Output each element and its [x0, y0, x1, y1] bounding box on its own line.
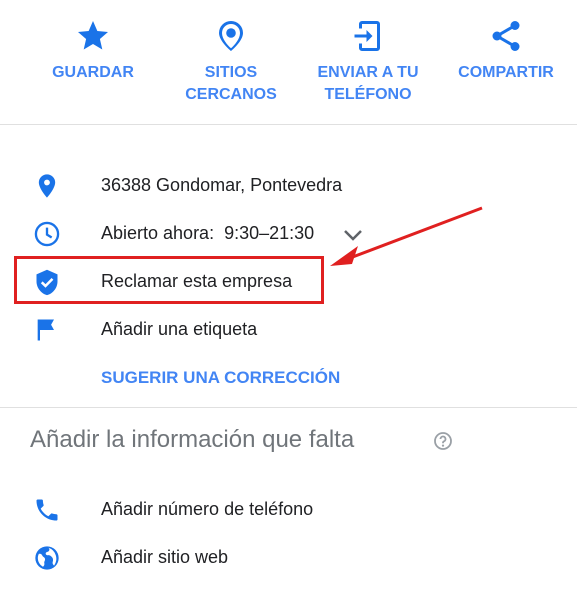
help-icon[interactable]	[433, 431, 453, 451]
divider-middle	[0, 407, 577, 408]
save-label: GUARDAR	[52, 64, 134, 81]
add-label-row[interactable]: Añadir una etiqueta	[0, 310, 577, 350]
location-pin-icon	[38, 174, 56, 198]
annotation-arrow	[330, 206, 483, 266]
divider-top	[0, 124, 577, 125]
address-row[interactable]: 36388 Gondomar, Pontevedra	[0, 166, 577, 206]
save-button[interactable]: GUARDAR	[50, 18, 136, 84]
highlight-box	[14, 256, 324, 304]
nearby-label-line2: CERCANOS	[185, 86, 277, 103]
add-phone-row[interactable]: Añadir número de teléfono	[0, 490, 577, 530]
globe-icon	[35, 546, 59, 570]
share-button[interactable]: COMPARTIR	[454, 18, 558, 84]
share-label: COMPARTIR	[458, 64, 554, 81]
add-phone-text: Añadir número de teléfono	[101, 499, 314, 519]
send-label-line1: ENVIAR A TU	[317, 64, 419, 81]
flag-icon	[37, 319, 54, 341]
add-label-text: Añadir una etiqueta	[101, 319, 258, 339]
send-to-phone-icon	[354, 21, 380, 51]
nearby-label-line1: SITIOS	[204, 64, 258, 81]
address-text: 36388 Gondomar, Pontevedra	[101, 175, 343, 195]
hours-row[interactable]: Abierto ahora: 9:30–21:30	[0, 214, 577, 254]
hours-text: Abierto ahora: 9:30–21:30	[101, 223, 315, 243]
send-label-line2: TELÉFONO	[324, 86, 412, 103]
missing-info-title: Añadir la información que falta	[30, 426, 355, 453]
phone-icon	[36, 499, 58, 521]
send-to-phone-button[interactable]: ENVIAR A TU TELÉFONO	[310, 18, 426, 106]
suggest-edit-link[interactable]: SUGERIR UNA CORRECCIÓN	[101, 368, 340, 388]
action-bar: GUARDAR SITIOS CERCANOS ENVIAR A TU TELÉ…	[0, 0, 577, 124]
nearby-places-icon	[219, 21, 243, 51]
star-icon	[78, 21, 108, 50]
add-website-row[interactable]: Añadir sitio web	[0, 538, 577, 578]
share-icon	[492, 21, 520, 51]
add-website-text: Añadir sitio web	[101, 547, 229, 567]
clock-icon	[34, 221, 60, 247]
nearby-button[interactable]: SITIOS CERCANOS	[178, 18, 284, 106]
